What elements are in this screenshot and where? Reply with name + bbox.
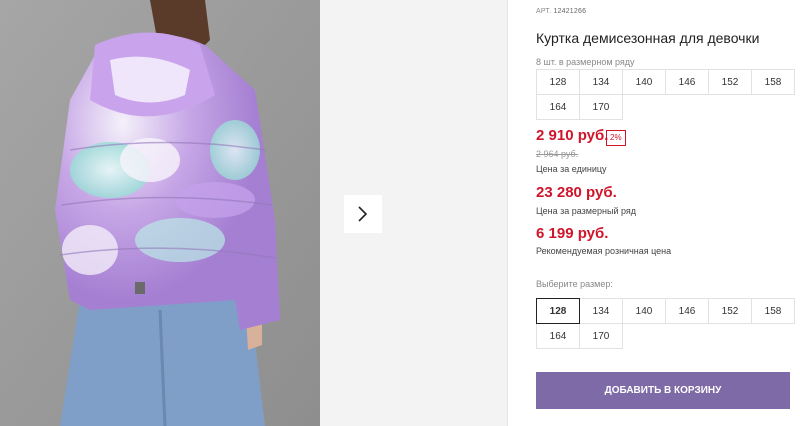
size-option[interactable]: 152 [708, 298, 752, 324]
old-price: 2 964 руб. [536, 149, 579, 159]
size-option[interactable]: 140 [622, 298, 666, 324]
row-size-cell: 164 [536, 94, 580, 120]
discount-badge: 2% [606, 130, 626, 146]
size-selector: 128 134 140 146 152 158 164 170 [536, 298, 795, 349]
size-row-note: 8 шт. в размерном ряду [536, 57, 635, 67]
rrp-caption: Рекомендуемая розничная цена [536, 246, 672, 256]
add-to-cart-button[interactable]: ДОБАВИТЬ В КОРЗИНУ [536, 372, 790, 409]
size-option[interactable]: 170 [579, 323, 623, 349]
row-price-caption: Цена за размерный ряд [536, 206, 637, 216]
row-size-cell: 158 [751, 69, 795, 95]
row-size-cell: 146 [665, 69, 709, 95]
gallery-next-button[interactable] [344, 195, 382, 233]
row-size-cell: 170 [579, 94, 623, 120]
row-size-cell: 128 [536, 69, 580, 95]
article-value: 12421266 [553, 8, 587, 15]
row-size-cell: 134 [579, 69, 623, 95]
row-size-cell: 152 [708, 69, 752, 95]
size-option[interactable]: 146 [665, 298, 709, 324]
size-option[interactable]: 158 [751, 298, 795, 324]
unit-price-caption: Цена за единицу [536, 164, 607, 174]
size-option[interactable]: 134 [579, 298, 623, 324]
jacket-photo-illustration [0, 0, 320, 426]
article-label: АРТ. [536, 8, 552, 15]
row-price: 23 280 руб. [536, 184, 617, 201]
article-number: АРТ. 12421266 [536, 8, 586, 15]
size-row-grid: 128 134 140 146 152 158 164 170 [536, 69, 795, 120]
row-size-cell: 140 [622, 69, 666, 95]
size-option[interactable]: 164 [536, 323, 580, 349]
unit-price: 2 910 руб. [536, 127, 609, 144]
rrp-price: 6 199 руб. [536, 225, 609, 242]
chevron-right-icon [358, 206, 368, 222]
product-photo [0, 0, 320, 426]
choose-size-label: Выберите размер: [536, 279, 613, 289]
size-option-selected[interactable]: 128 [536, 298, 580, 324]
product-title: Куртка демисезонная для девочки [536, 30, 760, 46]
